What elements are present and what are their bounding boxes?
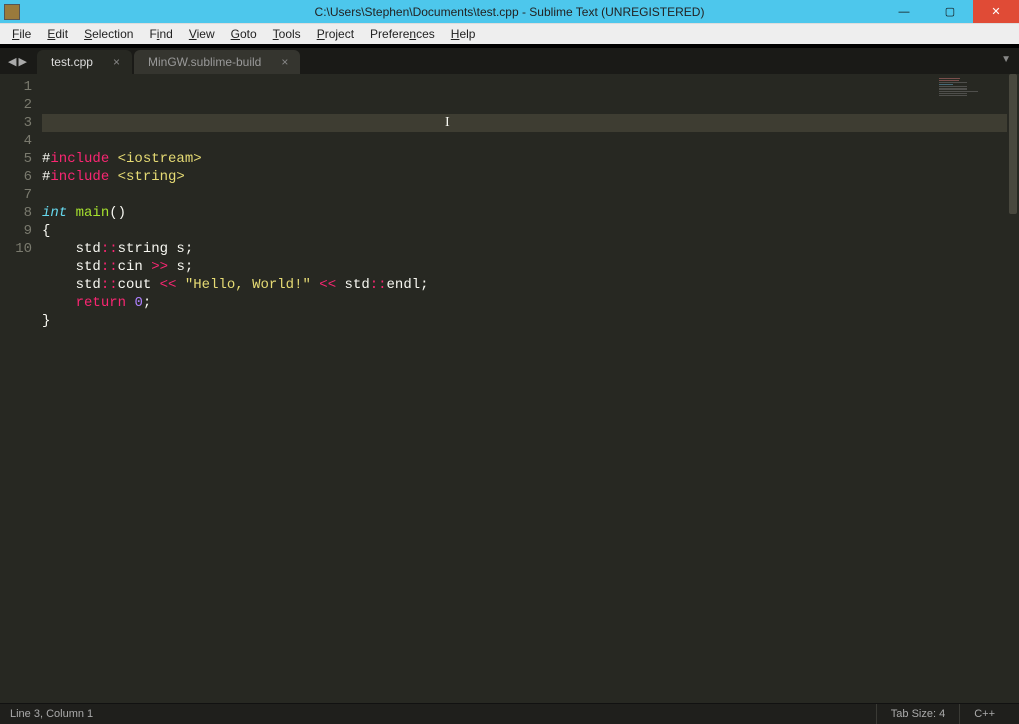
tab-label: MinGW.sublime-build: [148, 55, 261, 69]
menu-bar: FileEditSelectionFindViewGotoToolsProjec…: [0, 23, 1019, 44]
code-line[interactable]: std::cin >> s;: [42, 258, 1019, 276]
menu-item[interactable]: Find: [141, 25, 180, 43]
tab-nav-arrows: ◀ ▶: [8, 55, 37, 68]
code-line[interactable]: {: [42, 222, 1019, 240]
text-cursor: I: [445, 114, 446, 130]
tab-size[interactable]: Tab Size: 4: [876, 704, 959, 724]
line-number: 8: [0, 204, 32, 222]
editor-area[interactable]: 12345678910 I #include <iostream>#includ…: [0, 74, 1019, 703]
line-number: 6: [0, 168, 32, 186]
line-number: 5: [0, 150, 32, 168]
syntax-mode[interactable]: C++: [959, 704, 1009, 724]
line-number-gutter: 12345678910: [0, 74, 42, 703]
line-number: 2: [0, 96, 32, 114]
minimap[interactable]: [939, 78, 1009, 96]
line-number: 9: [0, 222, 32, 240]
menu-item[interactable]: File: [4, 25, 39, 43]
status-bar: Line 3, Column 1 Tab Size: 4 C++: [0, 703, 1019, 724]
file-tab[interactable]: MinGW.sublime-build ×: [134, 50, 300, 74]
menu-item[interactable]: Selection: [76, 25, 141, 43]
window-buttons: — ▢ ✕: [881, 0, 1019, 23]
close-button[interactable]: ✕: [973, 0, 1019, 23]
maximize-button[interactable]: ▢: [927, 0, 973, 23]
window-title: C:\Users\Stephen\Documents\test.cpp - Su…: [315, 5, 705, 19]
file-tab[interactable]: test.cpp ×: [37, 50, 132, 74]
tab-overflow-icon[interactable]: ▼: [1001, 54, 1011, 65]
line-number: 7: [0, 186, 32, 204]
tab-close-icon[interactable]: ×: [113, 55, 120, 69]
menu-item[interactable]: Help: [443, 25, 484, 43]
app-icon: [4, 4, 20, 20]
code-line[interactable]: }: [42, 312, 1019, 330]
minimize-button[interactable]: —: [881, 0, 927, 23]
code-line[interactable]: return 0;: [42, 294, 1019, 312]
tab-label: test.cpp: [51, 55, 93, 69]
line-number: 10: [0, 240, 32, 258]
menu-item[interactable]: Preferences: [362, 25, 443, 43]
line-number: 1: [0, 78, 32, 96]
code-line[interactable]: #include <iostream>: [42, 150, 1019, 168]
code-line[interactable]: [42, 186, 1019, 204]
menu-item[interactable]: Goto: [223, 25, 265, 43]
code-area[interactable]: I #include <iostream>#include <string> in…: [42, 74, 1019, 703]
line-number: 4: [0, 132, 32, 150]
line-number: 3: [0, 114, 32, 132]
code-line[interactable]: std::string s;: [42, 240, 1019, 258]
code-line[interactable]: std::cout << "Hello, World!" << std::end…: [42, 276, 1019, 294]
code-line[interactable]: #include <string>: [42, 168, 1019, 186]
current-line-highlight: [42, 114, 1019, 132]
window-titlebar: C:\Users\Stephen\Documents\test.cpp - Su…: [0, 0, 1019, 23]
tab-close-icon[interactable]: ×: [281, 55, 288, 69]
menu-item[interactable]: View: [181, 25, 223, 43]
menu-item[interactable]: Edit: [39, 25, 76, 43]
code-line[interactable]: int main(): [42, 204, 1019, 222]
menu-item[interactable]: Project: [309, 25, 362, 43]
tab-forward-icon[interactable]: ▶: [18, 55, 26, 68]
cursor-position[interactable]: Line 3, Column 1: [10, 708, 93, 720]
tab-bar: ◀ ▶ test.cpp × MinGW.sublime-build × ▼: [0, 48, 1019, 74]
tab-back-icon[interactable]: ◀: [8, 55, 16, 68]
menu-item[interactable]: Tools: [265, 25, 309, 43]
